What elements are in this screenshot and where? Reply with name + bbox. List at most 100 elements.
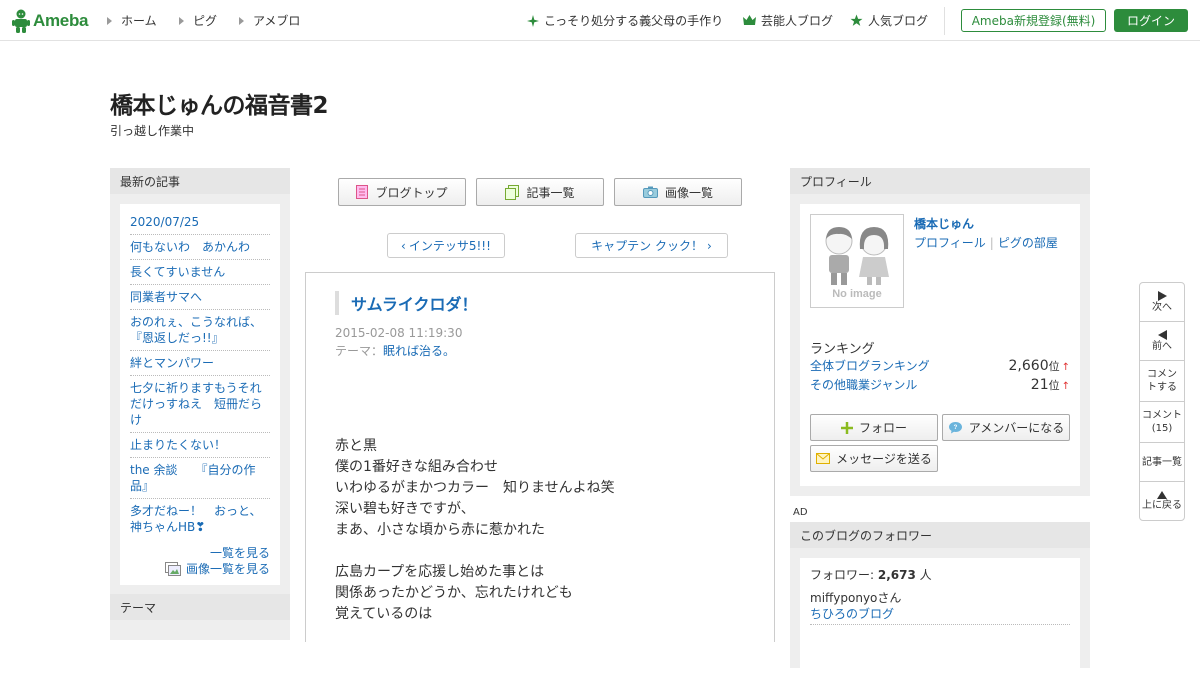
camera-icon	[642, 186, 658, 198]
write-comment-button[interactable]: コメントする	[1140, 361, 1184, 402]
pages-icon	[505, 184, 520, 200]
register-button[interactable]: Ameba新規登録(無料)	[961, 9, 1106, 32]
nav-ameblo[interactable]: アメブロ	[239, 12, 300, 29]
article-theme: テーマ：眠れば治る。	[335, 344, 456, 358]
triangle-right-icon	[107, 16, 112, 25]
follower-count: フォロワー: 2,673 人	[810, 568, 932, 582]
latest-entries-heading: 最新の記事	[110, 168, 290, 194]
follow-button[interactable]: フォロー	[810, 414, 938, 441]
latest-entry-link[interactable]: 七夕に祈りますもうそれだけっすねえ 短冊だらけ	[130, 376, 270, 433]
play-right-icon	[1157, 290, 1167, 301]
followers-panel: このブログのフォロワー フォロワー: 2,673 人 miffyponyoさん …	[790, 522, 1090, 678]
avatar-placeholder-text: No image	[832, 288, 882, 300]
svg-text:?: ?	[953, 425, 957, 431]
image-list-icon	[164, 562, 181, 576]
latest-entry-link[interactable]: 何もないわ あかんわ	[130, 235, 270, 260]
plus-icon	[840, 421, 853, 434]
nav-trending-topic[interactable]: こっそり処分する義父母の手作り	[527, 12, 723, 29]
sparkle-icon	[527, 14, 539, 27]
ranking-value: 21	[1030, 377, 1049, 393]
ranking-heading: ランキング	[810, 342, 875, 357]
theme-heading: テーマ	[110, 594, 290, 620]
article-line: 関係あったかどうか、忘れたけれども	[335, 585, 573, 601]
article-title[interactable]: サムライクロダ！	[335, 291, 478, 315]
prev-entry-link[interactable]: ‹ インテッサ5!!!	[387, 233, 505, 258]
next-entry-link[interactable]: キャプテン クック！ ›	[575, 233, 728, 258]
article-theme-link[interactable]: 眠れば治る。	[383, 344, 455, 358]
profile-name[interactable]: 橋本じゅん	[914, 215, 974, 232]
see-all-entries-link[interactable]: 一覧を見る	[210, 546, 270, 560]
envelope-icon	[816, 453, 831, 464]
article-line	[335, 541, 615, 562]
article-line: 僕の1番好きな組み合わせ	[335, 459, 498, 475]
article-line: 赤と黒	[335, 438, 377, 454]
ad-label: AD	[793, 507, 808, 518]
see-images-link[interactable]: 画像一覧を見る	[186, 561, 270, 577]
profile-link[interactable]: プロフィール	[914, 236, 986, 250]
ranking-label[interactable]: 全体ブログランキング	[810, 357, 930, 374]
chevron-right-icon: ›	[707, 238, 712, 253]
latest-entry-link[interactable]: 長くてすいません	[130, 260, 270, 285]
article-line: まあ、小さな頃から赤に惹かれた	[335, 522, 545, 538]
star-icon	[850, 14, 863, 26]
avatar[interactable]: No image	[810, 214, 904, 308]
no-image-avatar-icon: No image	[825, 227, 889, 300]
article-body: 赤と黒 僕の1番好きな組み合わせ いわゆるがまかつカラー 知りませんよね笑 深い…	[335, 436, 615, 625]
next-button[interactable]: 次へ	[1140, 283, 1184, 322]
play-left-icon	[1157, 329, 1167, 340]
profile-panel: プロフィール No image 橋本じゅん プロフィール | ピグの部屋 ランキ…	[790, 168, 1090, 496]
logo-wordmark: Ameba	[33, 10, 89, 30]
nav-celebrity-blogs[interactable]: 芸能人ブログ	[743, 12, 833, 29]
follower-blog-link[interactable]: ちひろのブログ	[810, 606, 1070, 625]
entry-list-side-button[interactable]: 記事一覧	[1140, 443, 1184, 482]
prev-button[interactable]: 前へ	[1140, 322, 1184, 361]
triangle-up-icon	[1157, 490, 1167, 499]
amember-button[interactable]: ? アメンバーになる	[942, 414, 1070, 441]
nav-popular-blogs[interactable]: 人気ブログ	[850, 12, 928, 29]
latest-entry-link[interactable]: 同業者サマへ	[130, 285, 270, 310]
back-to-top-button[interactable]: 上に戻る	[1140, 482, 1184, 520]
send-message-button[interactable]: メッセージを送る	[810, 445, 938, 472]
blog-top-button[interactable]: ブログトップ	[338, 178, 466, 206]
ranking-row: 全体ブログランキング 2,660位 ↑	[810, 357, 1070, 374]
blog-description: 引っ越し作業中	[110, 124, 195, 138]
nav-pig[interactable]: ピグ	[179, 12, 217, 29]
article-line: 覚えているのは	[335, 606, 433, 622]
floating-side-nav: 次へ 前へ コメントする コメント(15) 記事一覧 上に戻る	[1139, 282, 1185, 521]
latest-entry-link[interactable]: おのれぇ、こうなれば、『恩返しだっ!!』	[130, 310, 270, 351]
ranking-label[interactable]: その他職業ジャンル	[810, 376, 917, 393]
article-line: いわゆるがまかつカラー 知りませんよね笑	[335, 480, 615, 496]
latest-entry-link[interactable]: the 余談 『自分の作品』	[130, 458, 270, 499]
latest-entry-link[interactable]: 絆とマンパワー	[130, 351, 270, 376]
login-button[interactable]: ログイン	[1114, 9, 1188, 32]
ameba-logo[interactable]: Ameba	[11, 8, 88, 33]
comments-button[interactable]: コメント(15)	[1140, 402, 1184, 443]
image-list-button[interactable]: 画像一覧	[614, 178, 742, 206]
latest-entries-panel: 最新の記事 2020/07/25 何もないわ あかんわ 長くてすいません 同業者…	[110, 168, 290, 595]
profile-heading: プロフィール	[790, 168, 1090, 194]
header-divider	[944, 7, 945, 35]
blog-title[interactable]: 橋本じゅんの福音書2	[110, 86, 329, 120]
ranking-value: 2,660	[1008, 358, 1049, 374]
latest-entry-link[interactable]: 2020/07/25	[130, 210, 270, 235]
ranking-row: その他職業ジャンル 21位 ↑	[810, 376, 1070, 393]
theme-panel: テーマ	[110, 594, 290, 640]
crown-icon	[743, 15, 756, 25]
entry-list-button[interactable]: 記事一覧	[476, 178, 604, 206]
latest-entry-link[interactable]: 多才だねー！ おっと、神ちゃんHB❣	[130, 499, 270, 539]
latest-entry-link[interactable]: 止まりたくない！	[130, 433, 270, 458]
followers-heading: このブログのフォロワー	[790, 522, 1090, 548]
article-line: 広島カープを応援し始めた事とは	[335, 564, 545, 580]
global-header: Ameba ホーム ピグ アメブロ こっそり処分する義父母の手作り 芸能人ブログ…	[0, 0, 1200, 41]
profile-links: プロフィール | ピグの部屋	[914, 236, 1058, 250]
triangle-right-icon	[239, 16, 244, 25]
article-date: 2015-02-08 11:19:30	[335, 326, 463, 340]
speech-bubble-icon: ?	[948, 422, 962, 434]
ameba-mascot-icon	[12, 9, 30, 33]
nav-home[interactable]: ホーム	[107, 12, 157, 29]
document-icon	[356, 185, 369, 199]
chevron-left-icon: ‹	[401, 238, 406, 253]
follower-user: miffyponyoさん	[810, 591, 902, 605]
pig-room-link[interactable]: ピグの部屋	[998, 236, 1058, 250]
triangle-right-icon	[179, 16, 184, 25]
